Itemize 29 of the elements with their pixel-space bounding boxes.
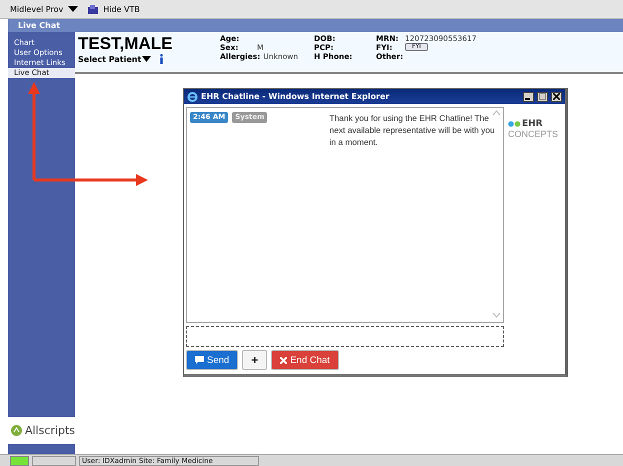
maximize-icon: [539, 93, 546, 100]
close-icon: [553, 93, 560, 100]
logo-icon: [11, 425, 22, 436]
window-title: EHR Chatline - Windows Internet Explorer: [201, 92, 390, 101]
dots-icon: [508, 121, 521, 127]
panel-title: Live Chat: [8, 19, 623, 32]
add-button[interactable]: +: [242, 350, 268, 370]
brand-name: Allscripts: [24, 424, 75, 437]
patient-name: TEST,MALE: [78, 34, 174, 54]
end-chat-button[interactable]: End Chat: [271, 350, 339, 370]
logo-subtext: CONCEPTS: [508, 129, 558, 139]
status-light: [10, 456, 29, 466]
minimize-button[interactable]: [523, 92, 534, 102]
toolbar-icon: [88, 4, 98, 14]
caret-icon: [142, 56, 152, 62]
speech-bubble-icon: [195, 356, 204, 364]
status-cell: [32, 456, 76, 466]
browser-icon: [187, 91, 198, 102]
caret-icon: [68, 6, 78, 12]
info-icon[interactable]: [159, 54, 164, 64]
maximize-button[interactable]: [537, 92, 548, 102]
send-button[interactable]: Send: [186, 350, 238, 370]
select-patient-dropdown[interactable]: Select Patient: [78, 54, 152, 64]
chat-message: Thank you for using the EHR Chatline! The next available representative will be with you in a moment.: [329, 112, 496, 148]
hide-vtb-button[interactable]: Hide VTB: [88, 4, 140, 14]
close-icon: [280, 356, 288, 364]
provider-dropdown[interactable]: Midlevel Prov: [10, 4, 78, 14]
close-button[interactable]: [551, 92, 562, 102]
logo-text: EHR: [508, 119, 558, 129]
